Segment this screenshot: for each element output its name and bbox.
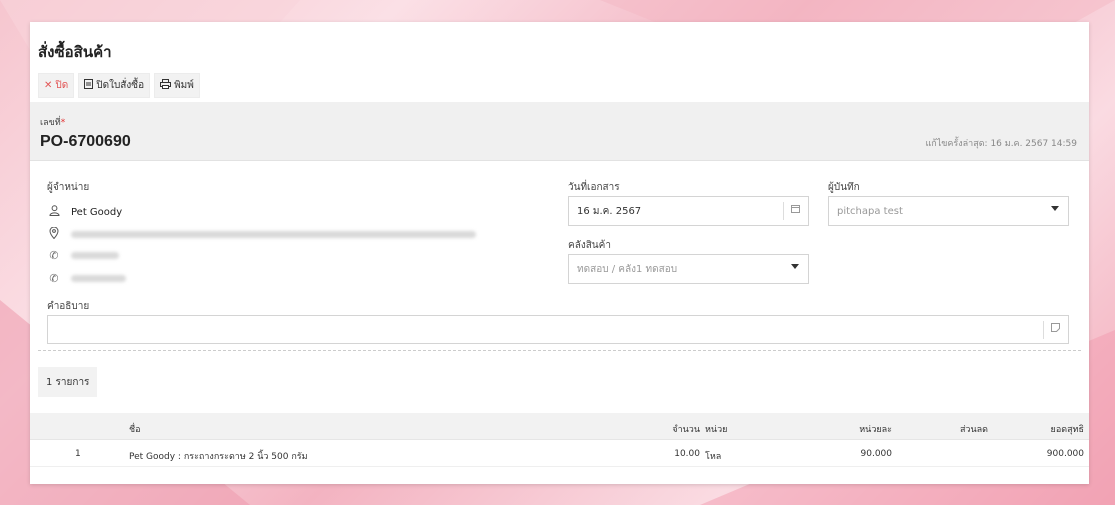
header-net: ยอดสุทธิ [1050,425,1084,435]
supplier-phone-row: ✆ [47,249,119,262]
row-name: Pet Goody : กระถางกระดาษ 2 นิ้ว 500 กรัม [129,452,308,462]
row-net: 900.000 [1046,449,1084,459]
recorder-label: ผู้บันทึก [828,182,860,193]
row-unit: โหล [705,452,722,462]
close-order-button[interactable]: ปิดใบสั่งซื้อ [78,73,151,98]
chevron-down-icon [791,264,799,269]
note-icon[interactable] [1051,323,1060,335]
supplier-label: ผู้จำหน่าย [47,182,90,193]
calendar-icon[interactable] [791,204,800,216]
warehouse-label: คลังสินค้า [568,240,611,251]
document-icon [84,79,94,92]
row-unit-price: 90.000 [860,449,893,459]
print-button[interactable]: พิมพ์ [154,73,200,98]
redacted-phone [71,252,119,259]
section-divider [38,350,1081,351]
location-pin-icon [47,226,61,242]
items-table-header: ชื่อ จำนวน หน่วย หน่วยละ ส่วนลด ยอดสุทธิ [30,413,1089,440]
required-mark: * [60,118,66,128]
header-name: ชื่อ [129,425,141,435]
recorder-value: pitchapa test [837,205,903,217]
close-order-label: ปิดใบสั่งซื้อ [96,80,145,91]
input-divider [1043,321,1044,339]
chevron-down-icon [1051,206,1059,211]
warehouse-select[interactable]: ทดสอบ / คลัง1 ทดสอบ [568,254,809,284]
doc-date-value: 16 ม.ค. 2567 [577,205,642,217]
warehouse-value: ทดสอบ / คลัง1 ทดสอบ [577,263,678,275]
recorder-select[interactable]: pitchapa test [828,196,1069,226]
description-label: คำอธิบาย [47,301,90,312]
supplier-name: Pet Goody [71,206,123,218]
supplier-mobile-row: ✆ [47,272,126,285]
close-icon: ✕ [44,80,53,91]
input-divider [783,202,784,220]
close-label: ปิด [55,80,69,91]
document-number: PO-6700690 [40,133,131,150]
redacted-address [71,231,476,238]
document-header: เลขที่* PO-6700690 แก้ไขครั้งล่าสุด: 16 … [30,102,1089,161]
close-button[interactable]: ✕ ปิด [38,73,75,98]
purchase-order-panel: สั่งซื้อสินค้า ✕ ปิด ปิดใบสั่งซื้อ พิมพ์… [30,22,1089,484]
user-icon [47,205,61,219]
supplier-name-row: Pet Goody [47,205,122,219]
header-qty: จำนวน [672,425,700,435]
row-qty: 10.00 [674,449,700,459]
description-input[interactable] [47,315,1069,344]
table-row[interactable]: 1 Pet Goody : กระถางกระดาษ 2 นิ้ว 500 กร… [30,440,1089,467]
document-number-label: เลขที่* [40,118,66,128]
phone-icon: ✆ [49,249,59,262]
printer-icon [160,79,172,92]
redacted-mobile [71,275,126,282]
header-unit-price: หน่วยละ [859,425,892,435]
supplier-address-row [47,226,476,242]
row-number: 1 [75,449,81,459]
doc-date-input[interactable]: 16 ม.ค. 2567 [568,196,809,226]
page-title: สั่งซื้อสินค้า [38,43,112,61]
header-discount: ส่วนลด [959,425,988,435]
header-unit: หน่วย [705,425,728,435]
toolbar: ✕ ปิด ปิดใบสั่งซื้อ พิมพ์ [38,73,200,98]
phone-icon: ✆ [49,272,59,285]
print-label: พิมพ์ [174,80,194,91]
doc-date-label: วันที่เอกสาร [568,182,620,193]
items-count-tab[interactable]: 1 รายการ [38,367,98,397]
last-edited: แก้ไขครั้งล่าสุด: 16 ม.ค. 2567 14:59 [925,139,1077,149]
